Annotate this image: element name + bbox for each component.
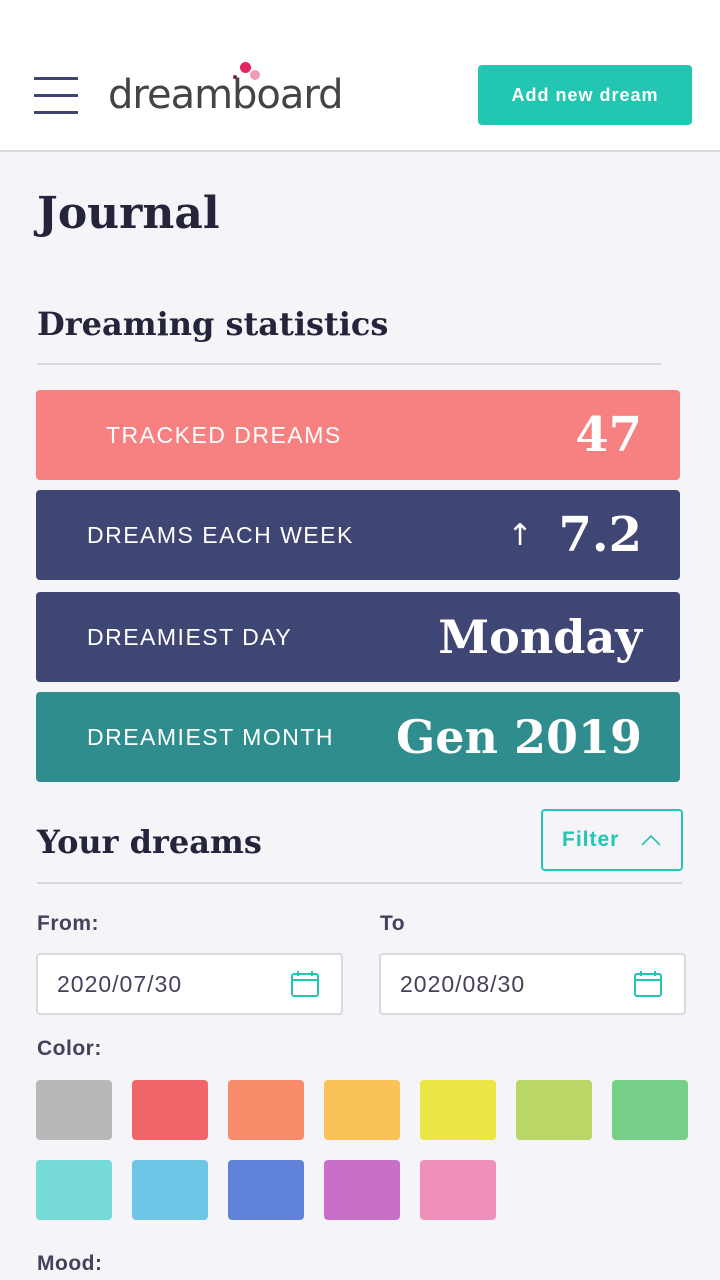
filter-button[interactable]: Filter [541,809,683,871]
filter-label: Filter [562,828,620,851]
stat-label: DREAMIEST MONTH [87,723,334,750]
to-date-field[interactable] [379,953,686,1015]
menu-bar [34,77,78,80]
calendar-icon[interactable] [634,971,662,997]
color-swatch[interactable] [420,1080,496,1140]
mood-label: Mood: [37,1252,103,1275]
stat-card-dreams-each-week: DREAMS EACH WEEK ↑ 7.2 [36,490,680,580]
stat-value: 47 [575,407,642,463]
color-label: Color: [37,1037,102,1060]
dreamboard-logo[interactable]: dreamboard [108,58,358,118]
your-dreams-title: Your dreams [37,823,262,861]
stat-label: DREAMS EACH WEEK [87,521,354,548]
color-swatch[interactable] [324,1080,400,1140]
color-swatch[interactable] [132,1160,208,1220]
stat-value: Gen 2019 [395,710,642,764]
page-title: Journal [37,188,220,239]
color-swatch[interactable] [612,1080,688,1140]
menu-bar [34,94,78,97]
stat-label: TRACKED DREAMS [106,421,342,448]
color-swatch[interactable] [132,1080,208,1140]
stat-label: DREAMIEST DAY [87,623,293,650]
color-swatch[interactable] [228,1160,304,1220]
from-date-input[interactable] [57,955,277,1013]
color-swatch[interactable] [228,1080,304,1140]
color-swatch[interactable] [420,1160,496,1220]
stat-card-dreamiest-month: DREAMIEST MONTH Gen 2019 [36,692,680,782]
calendar-icon[interactable] [291,971,319,997]
app-header: dreamboard Add new dream [0,0,720,152]
chevron-up-icon [641,834,661,846]
stat-value-group: ↑ 7.2 [507,490,642,580]
arrow-up-icon: ↑ [507,517,533,553]
statistics-divider [37,363,661,365]
color-swatch[interactable] [36,1080,112,1140]
stat-value: 7.2 [558,507,642,563]
menu-bar [34,111,78,114]
logo-text: dreamboard [108,72,344,118]
dreams-divider [37,882,682,884]
from-date-field[interactable] [36,953,343,1015]
stat-card-tracked-dreams: TRACKED DREAMS 47 [36,390,680,480]
add-new-dream-button[interactable]: Add new dream [478,65,692,125]
to-date-input[interactable] [400,955,620,1013]
to-label: To [380,912,406,935]
statistics-title: Dreaming statistics [37,305,389,343]
color-swatch[interactable] [324,1160,400,1220]
stat-card-dreamiest-day: DREAMIEST DAY Monday [36,592,680,682]
color-swatch[interactable] [36,1160,112,1220]
hamburger-menu-icon[interactable] [34,77,78,115]
stat-value: Monday [438,610,642,664]
color-swatch[interactable] [516,1080,592,1140]
from-label: From: [37,912,99,935]
